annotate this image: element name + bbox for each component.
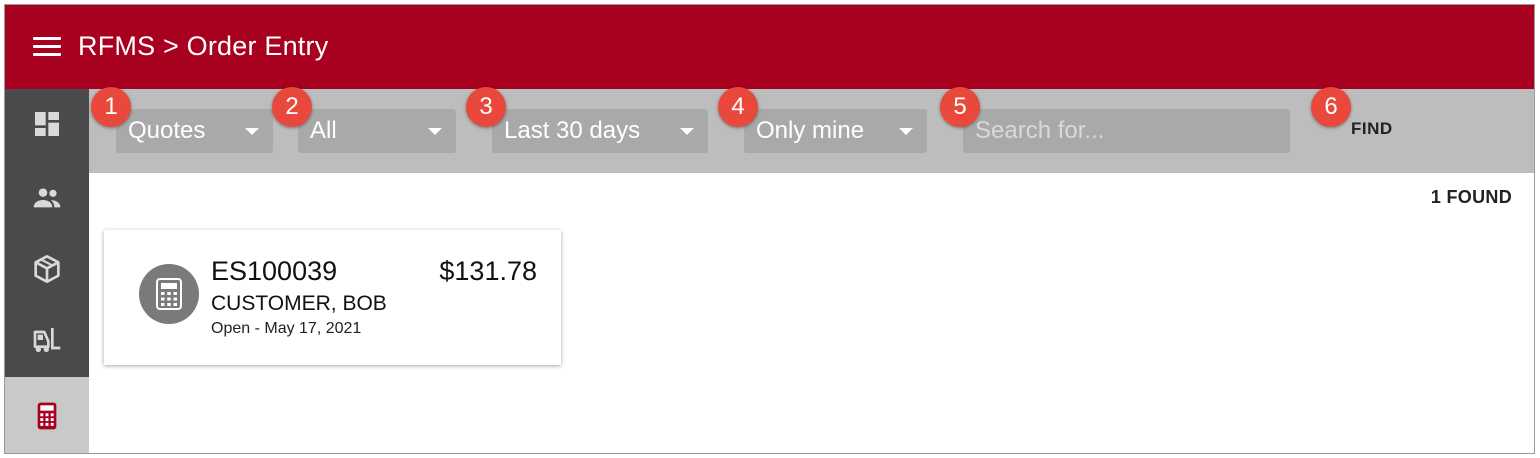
document-type-select[interactable]: Quotes: [116, 109, 273, 153]
status-select[interactable]: All: [298, 109, 456, 153]
owner-value: Only mine: [756, 117, 865, 144]
calculator-icon: [156, 278, 182, 310]
calculator-icon: [37, 402, 57, 430]
date-range-select[interactable]: Last 30 days: [492, 109, 708, 153]
app-window: RFMS > Order Entry Quotes All Last 30 da…: [4, 4, 1535, 454]
date-range-value: Last 30 days: [504, 117, 641, 144]
callout-badge-2: 2: [272, 87, 312, 127]
app-bar: RFMS > Order Entry: [5, 5, 1534, 89]
quote-avatar: [139, 264, 199, 324]
find-button[interactable]: FIND: [1351, 119, 1393, 139]
results-count: 1 FOUND: [1430, 187, 1512, 207]
chevron-down-icon: [680, 128, 694, 135]
quote-amount: $131.78: [439, 256, 537, 286]
results-panel: 1 FOUND ES100039 $131.78 CUSTOMER, BOB O…: [89, 173, 1534, 453]
package-icon: [34, 254, 60, 283]
document-type-value: Quotes: [128, 117, 206, 144]
sidebar-item-customers[interactable]: [5, 163, 89, 233]
sidebar-item-products[interactable]: [5, 234, 89, 304]
callout-badge-3: 3: [466, 87, 506, 127]
quote-status: Open - May 17, 2021: [211, 320, 362, 337]
callout-badge-5: 5: [940, 87, 980, 127]
search-input[interactable]: [963, 109, 1290, 153]
quote-number: ES100039: [211, 256, 338, 286]
people-icon: [33, 188, 61, 208]
forklift-icon: [33, 328, 61, 352]
page-title: RFMS > Order Entry: [78, 31, 329, 61]
sidebar-item-dashboard[interactable]: [5, 89, 89, 159]
hamburger-menu-icon[interactable]: [33, 37, 61, 57]
chevron-down-icon: [899, 128, 913, 135]
status-value: All: [310, 117, 337, 144]
chevron-down-icon: [428, 128, 442, 135]
sidebar-item-inventory[interactable]: [5, 305, 89, 375]
owner-select[interactable]: Only mine: [744, 109, 927, 153]
callout-badge-4: 4: [718, 87, 758, 127]
callout-badge-6: 6: [1311, 87, 1351, 127]
sidebar-item-order-entry[interactable]: [5, 377, 89, 453]
customer-name: CUSTOMER, BOB: [211, 292, 387, 315]
dashboard-icon: [35, 112, 59, 136]
callout-badge-1: 1: [91, 87, 131, 127]
quote-card[interactable]: ES100039 $131.78 CUSTOMER, BOB Open - Ma…: [104, 230, 561, 365]
side-nav: [5, 89, 89, 453]
chevron-down-icon: [245, 128, 259, 135]
